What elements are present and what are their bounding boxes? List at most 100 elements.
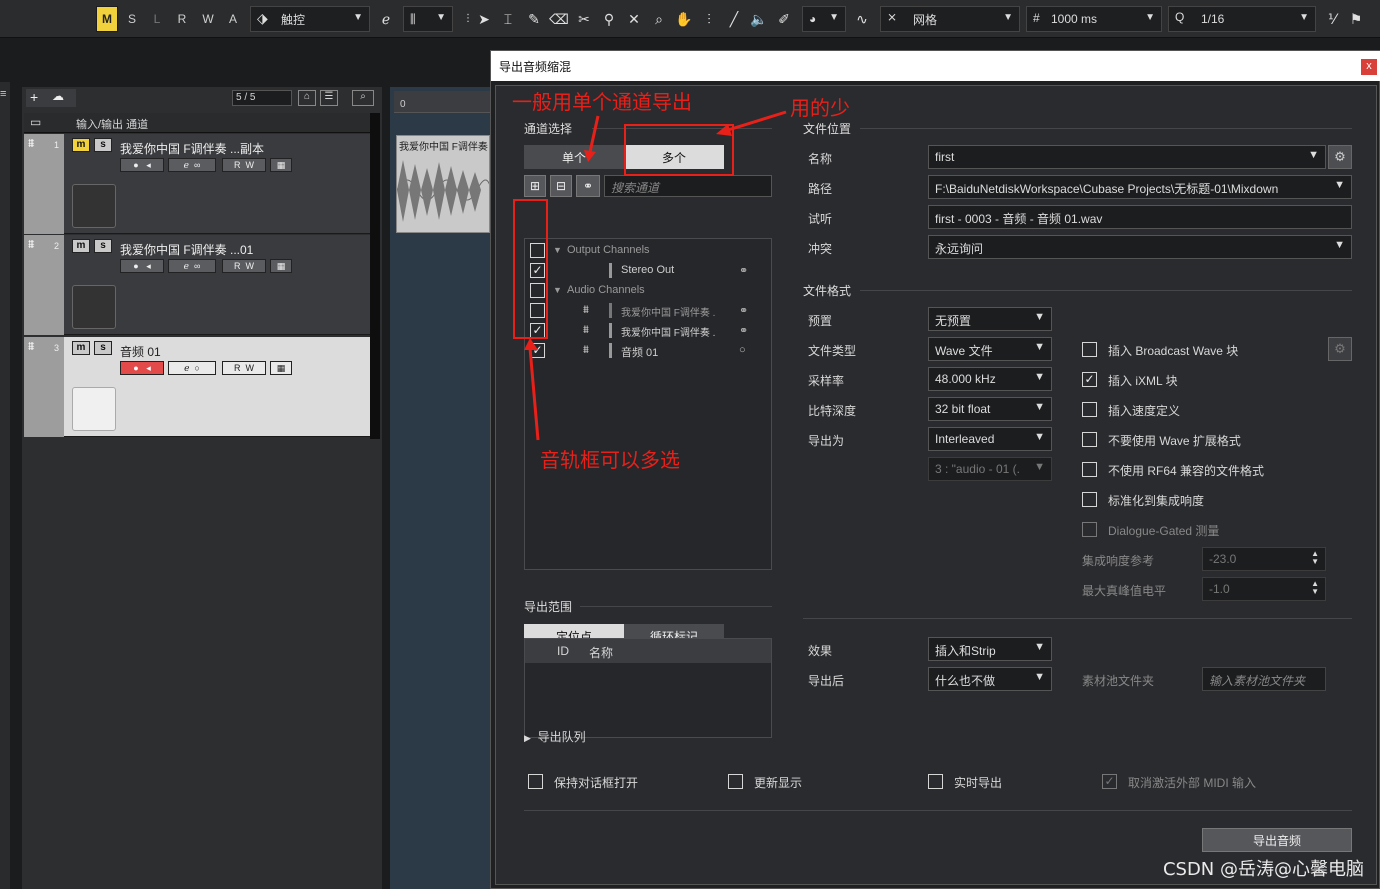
snap-tool-dropdown[interactable]: ⫼ ▼ [403,6,453,32]
audio-clip[interactable]: 我爱你中国 F调伴奏 [396,135,490,233]
erase-tool-icon[interactable]: ⌫ [549,9,569,29]
track-number: 1 [54,140,60,150]
dialog-title: 导出音频缩混 [491,51,1380,81]
keyboard-icon[interactable]: ▦ [270,361,292,375]
mute-button[interactable]: m [72,239,90,253]
link-icon[interactable]: ⚭ [576,175,600,197]
export-audio-button[interactable]: 导出音频 [1202,828,1352,852]
quantize-apply-icon[interactable]: ⅟ [1322,9,1342,29]
automation-mode-dropdown[interactable]: ⬗ 触控 ▼ [250,6,370,32]
conflict-value: 永远询问 [935,242,984,256]
normalize-checkbox[interactable] [1082,492,1097,507]
record-monitor-buttons[interactable]: ● ◂ [120,361,164,375]
hand-tool-icon[interactable]: ✋ [674,9,694,29]
visibility-icon[interactable]: ⌂ [298,90,316,106]
update-display-label: 更新显示 [754,776,803,790]
mode-r-button[interactable]: R [170,6,194,32]
conflict-dropdown[interactable]: 永远询问 ▼ [928,235,1352,259]
gear-icon[interactable]: ⚙ [1328,145,1352,169]
mode-a-button[interactable]: A [222,6,244,32]
draw-tool-icon[interactable]: ✎ [524,9,544,29]
keyboard-icon[interactable]: ▦ [270,259,292,273]
no-wave-ext-checkbox[interactable] [1082,432,1097,447]
track-2[interactable]: ⩩ 2 m s 我爱你中国 F调伴奏 ...01 ● ◂ ℯ ∞ R W ▦ [24,235,380,335]
io-channel-folder[interactable]: ▭ 输入/输出 通道 [24,113,380,133]
preset-dropdown[interactable]: 无预置 ▼ [928,307,1052,331]
effects-dropdown[interactable]: 插入和Strip ▼ [928,637,1052,661]
expand-triangle-icon[interactable]: ▼ [553,245,562,255]
mode-s-button[interactable]: S [120,6,144,32]
exportas-dropdown[interactable]: Interleaved ▼ [928,427,1052,451]
mute-button[interactable]: m [72,341,90,355]
no-wave-ext-label: 不要使用 Wave 扩展格式 [1108,434,1241,448]
ixml-checkbox[interactable]: ✓ [1082,372,1097,387]
tempo-checkbox[interactable] [1082,402,1097,417]
quantize-flag-icon[interactable]: ⚑ [1346,9,1366,29]
grid-type-dropdown[interactable]: ⨯ 网格 ▼ [880,6,1020,32]
solo-button[interactable]: s [94,341,112,355]
expand-all-icon[interactable]: ⊞ [524,175,546,197]
glue-tool-icon[interactable]: ⚲ [599,9,619,29]
comp-tool-icon[interactable]: ⫶ [699,9,719,29]
menu-icon[interactable]: ≡ [0,88,10,102]
samplerate-dropdown[interactable]: 48.000 kHz ▼ [928,367,1052,391]
line-tool-icon[interactable]: ╱ [724,9,744,29]
edit-link-buttons[interactable]: ℯ ○ [168,361,216,375]
keyboard-icon[interactable]: ▦ [270,158,292,172]
filetype-dropdown[interactable]: Wave 文件 ▼ [928,337,1052,361]
split-tool-icon[interactable]: ✂ [574,9,594,29]
path-input[interactable]: F:\BaiduNetdiskWorkspace\Cubase Projects… [928,175,1352,199]
color-tool-icon[interactable]: ✐ [774,9,794,29]
zoom-tool-icon[interactable]: ⌕ [649,9,669,29]
read-write-buttons[interactable]: R W [222,158,266,172]
solo-button[interactable]: s [94,138,112,152]
nudge-dropdown[interactable]: # 1000 ms ▼ [1026,6,1162,32]
edit-link-buttons[interactable]: ℯ ∞ [168,259,216,273]
no-rf64-checkbox[interactable] [1082,462,1097,477]
mode-m-button[interactable]: M [96,6,118,32]
export-queue-toggle[interactable]: ▶ 导出队列 [524,728,586,745]
name-input[interactable]: first ▼ [928,145,1326,169]
edit-link-buttons[interactable]: ℯ ∞ [168,158,216,172]
broadcast-wave-checkbox[interactable] [1082,342,1097,357]
record-monitor-buttons[interactable]: ● ◂ [120,158,164,172]
edit-icon[interactable]: ℯ [376,9,396,29]
pointer-tool-icon[interactable]: ➤ [474,9,494,29]
add-track-button[interactable]: + ☁ [26,89,76,107]
mode-l-button[interactable]: L [146,6,168,32]
loudness-ref-label: 集成响度参考 [1082,554,1155,568]
read-write-buttons[interactable]: R W [222,259,266,273]
expand-triangle-icon[interactable]: ▼ [553,285,562,295]
audio-3-checkbox[interactable]: ✓ [530,343,545,358]
speaker-tool-icon[interactable]: 🔈 [749,9,769,29]
close-button[interactable]: x [1361,59,1377,75]
collapse-all-icon[interactable]: ⊟ [550,175,572,197]
channel-search-input[interactable]: 搜索通道 [604,175,772,197]
track-scrollbar[interactable] [370,113,380,439]
mute-button[interactable]: m [72,138,90,152]
bitdepth-dropdown[interactable]: 32 bit float ▼ [928,397,1052,421]
pool-folder-input: 输入素材池文件夹 [1202,667,1326,691]
range-tool-icon[interactable]: ⌶ [498,9,518,29]
search-icon[interactable]: ⌕ [352,90,374,106]
keep-open-checkbox[interactable] [528,774,543,789]
after-export-dropdown[interactable]: 什么也不做 ▼ [928,667,1052,691]
update-display-checkbox[interactable] [728,774,743,789]
grid-type-value: 网格 [913,12,938,27]
snap-link-icon[interactable]: ∿ [852,9,872,29]
read-write-buttons[interactable]: R W [222,361,266,375]
solo-button[interactable]: s [94,239,112,253]
record-monitor-buttons[interactable]: ● ◂ [120,259,164,273]
realtime-export-checkbox[interactable] [928,774,943,789]
mute-tool-icon[interactable]: ✕ [624,9,644,29]
quantize-dropdown[interactable]: Q 1/16 ▼ [1168,6,1316,32]
arrange-area: 0 我爱你中国 F调伴奏 [390,87,490,889]
annotation-multi-tip: 用的少 [790,96,850,120]
tab-single[interactable]: 单个 [524,145,624,169]
ruler[interactable]: 0 [394,91,490,113]
color-dropdown[interactable]: ◕ ▼ [802,6,846,32]
track-3[interactable]: ⩩ 3 m s 音频 01 ● ◂ ℯ ○ R W ▦ [24,337,380,437]
mode-w-button[interactable]: W [196,6,220,32]
track-1[interactable]: ⩩ 1 m s 我爱你中国 F调伴奏 ...副本 ● ◂ ℯ ∞ R W ▦ [24,134,380,234]
list-icon[interactable]: ☰ [320,90,338,106]
